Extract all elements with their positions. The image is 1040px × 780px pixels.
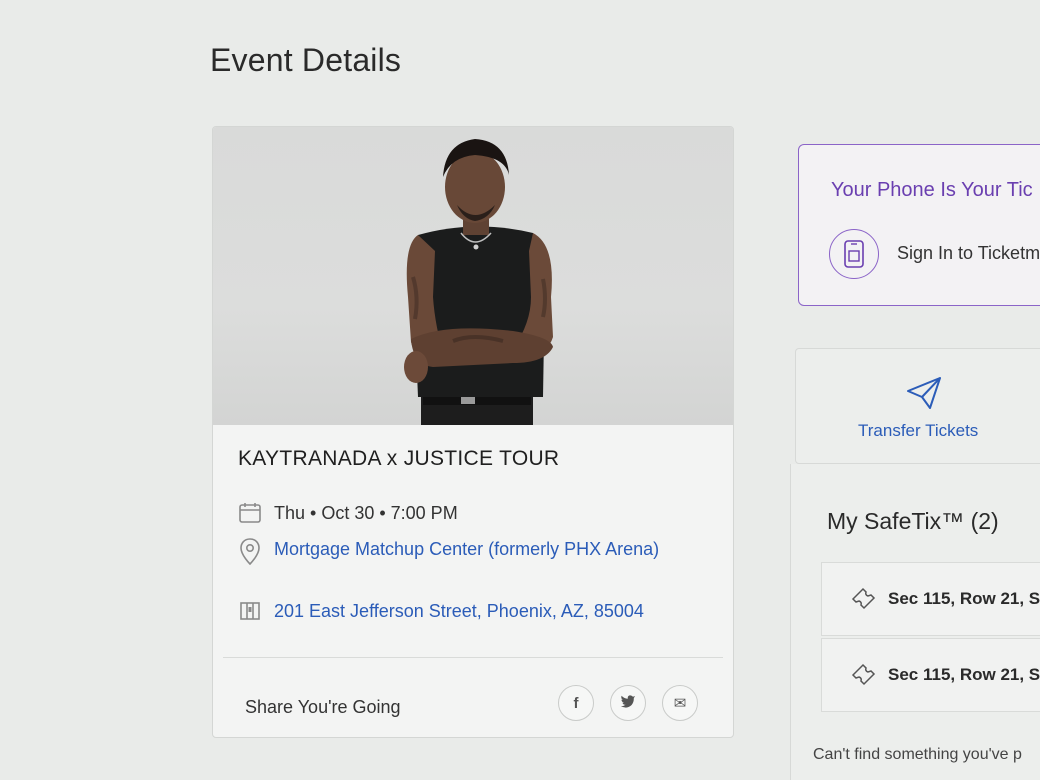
divider [223,657,723,658]
calendar-icon [238,501,262,525]
facebook-icon: f [573,694,579,712]
ticket-icon [850,587,876,611]
event-venue-link[interactable]: Mortgage Matchup Center (formerly PHX Ar… [274,537,694,562]
ticket-seat-label: Sec 115, Row 21, Se [888,665,1040,684]
safetix-title-text: My SafeTix™ [827,508,965,534]
location-pin-icon [238,537,262,566]
map-icon [238,599,262,623]
cant-find-text: Can't find something you've p [813,746,1022,763]
ticket-seat-label: Sec 115, Row 21, S [888,589,1040,608]
transfer-tickets-button[interactable]: Transfer Tickets [795,348,1040,464]
event-card: KAYTRANADA x JUSTICE TOUR Thu • Oct 30 •… [212,126,734,738]
event-date-time: Thu • Oct 30 • 7:00 PM [274,503,458,523]
paper-plane-icon [904,375,944,411]
event-artist-image [213,127,733,425]
page-title: Event Details [210,42,402,78]
safetix-panel: My SafeTix™ (2) Sec 115, Row 21, S Sec 1… [790,464,1040,780]
phone-icon [829,229,879,279]
twitter-share-button[interactable] [610,685,646,721]
phone-ticket-card: Your Phone Is Your Tic Sign In to Ticket… [798,144,1040,306]
event-venue-row: Mortgage Matchup Center (formerly PHX Ar… [238,537,694,566]
email-share-button[interactable]: ✉ [662,685,698,721]
share-label: Share You're Going [245,697,401,717]
sign-in-link[interactable]: Sign In to Ticketm [897,243,1040,264]
safetix-count: (2) [970,508,999,534]
ticket-icon [850,663,876,687]
facebook-share-button[interactable]: f [558,685,594,721]
safetix-title: My SafeTix™ (2) [827,508,999,535]
mail-icon: ✉ [673,695,687,712]
ticket-row[interactable]: Sec 115, Row 21, Se [821,638,1040,712]
ticket-row[interactable]: Sec 115, Row 21, S [821,562,1040,636]
phone-card-title: Your Phone Is Your Tic [831,179,1033,201]
event-address-link[interactable]: 201 East Jefferson Street, Phoenix, AZ, … [274,599,644,624]
event-title[interactable]: KAYTRANADA x JUSTICE TOUR [238,447,559,471]
transfer-tickets-label: Transfer Tickets [858,421,979,440]
event-address-row: 201 East Jefferson Street, Phoenix, AZ, … [238,599,644,624]
twitter-icon [620,694,636,712]
event-date-row: Thu • Oct 30 • 7:00 PM [238,501,458,526]
